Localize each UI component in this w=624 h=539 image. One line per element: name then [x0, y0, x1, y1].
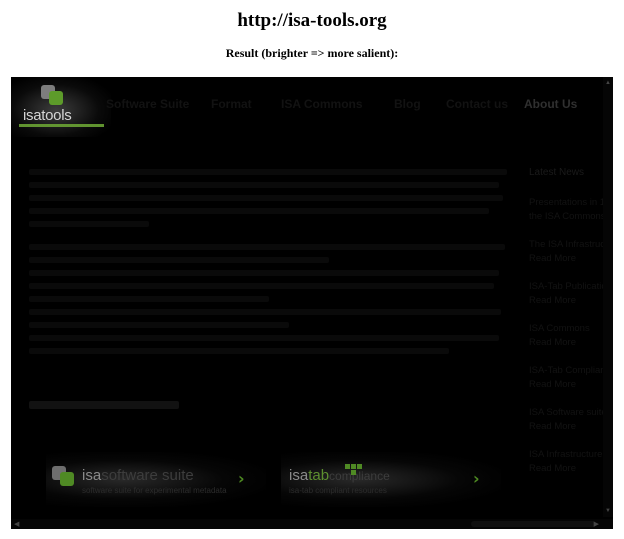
- latest-news-title: Latest News: [529, 167, 585, 178]
- saliency-viewport: isatools Software Suite Format ISA Commo…: [11, 77, 613, 529]
- software-suite-subtitle: software suite for experimental metadata: [82, 486, 227, 495]
- isatab-compliance-banner[interactable]: isatabcompliance isa-tab compliant resou…: [281, 452, 501, 507]
- scroll-up-icon[interactable]: ▲: [605, 80, 611, 86]
- scroll-left-icon[interactable]: ◀: [14, 520, 19, 528]
- scrollbar-thumb[interactable]: [471, 521, 596, 527]
- isa-suite-logo-icon: [52, 464, 78, 488]
- chevron-right-icon[interactable]: ›: [238, 469, 245, 488]
- latest-news-sidebar: Latest News Presentations in 1 the ISA Co…: [521, 167, 609, 490]
- nav-about-us[interactable]: About Us: [524, 97, 577, 111]
- more-info-link[interactable]: [29, 401, 179, 409]
- nav-format[interactable]: Format: [211, 97, 252, 111]
- software-suite-banner[interactable]: isasoftware suite software suite for exp…: [46, 452, 266, 507]
- scroll-down-icon[interactable]: ▼: [605, 508, 611, 514]
- isatab-compliance-subtitle: isa-tab compliant resources: [289, 486, 387, 495]
- nav-blog[interactable]: Blog: [394, 97, 421, 111]
- news-item[interactable]: ISA-Tab Compliance Read More: [529, 364, 609, 392]
- vertical-scrollbar[interactable]: ▲ ▼: [603, 77, 613, 517]
- nav-software-suite[interactable]: Software Suite: [106, 97, 189, 111]
- news-item[interactable]: Presentations in 1 the ISA Commons: [529, 196, 609, 224]
- isatab-dots-icon: [345, 464, 365, 475]
- intro-paragraphs: [29, 169, 509, 361]
- chevron-right-icon[interactable]: ›: [473, 469, 480, 488]
- news-item[interactable]: The ISA Infrastruct Read More: [529, 238, 609, 266]
- news-item[interactable]: ISA Infrastructure Read More: [529, 448, 609, 476]
- result-caption: Result (brighter => more salient):: [225, 46, 399, 60]
- news-item[interactable]: ISA-Tab Publication Read More: [529, 280, 609, 308]
- software-suite-title: isasoftware suite: [82, 467, 194, 484]
- news-item[interactable]: ISA Commons Read More: [529, 322, 609, 350]
- horizontal-scrollbar[interactable]: ◀ ▶: [11, 519, 613, 529]
- page-url-title: http://isa-tools.org: [237, 10, 387, 31]
- logo-underline: [19, 124, 104, 127]
- news-item[interactable]: ISA Software suite Read More: [529, 406, 609, 434]
- nav-contact-us[interactable]: Contact us: [446, 97, 508, 111]
- logo-text[interactable]: isatools: [23, 107, 72, 124]
- isatab-compliance-title: isatabcompliance: [289, 467, 390, 484]
- isatools-logo-icon[interactable]: [41, 83, 67, 107]
- scroll-right-icon[interactable]: ▶: [594, 520, 599, 528]
- nav-isa-commons[interactable]: ISA Commons: [281, 97, 363, 111]
